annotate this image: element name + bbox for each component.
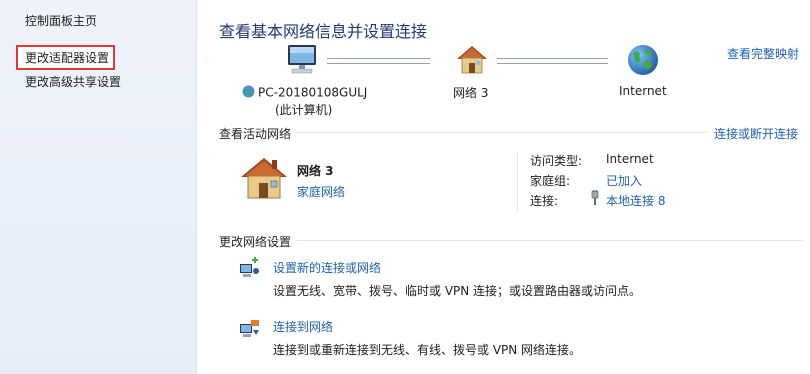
computer-icon[interactable] bbox=[284, 42, 320, 78]
connect-to-network-desc: 连接到或重新连接到无线、有线、拨号或 VPN 网络连接。 bbox=[273, 343, 582, 357]
local-connection-link[interactable]: 本地连接 8 bbox=[606, 192, 665, 209]
connect-network-icon bbox=[237, 317, 261, 344]
setup-new-connection-link[interactable]: 设置新的连接或网络 bbox=[273, 259, 381, 276]
view-full-map-link[interactable]: 查看完整映射 bbox=[727, 45, 799, 62]
homegroup-label: 家庭组: bbox=[530, 174, 571, 188]
active-network-name: 网络 3 bbox=[297, 164, 334, 178]
page-title: 查看基本网络信息并设置连接 bbox=[219, 22, 428, 41]
details-divider bbox=[517, 152, 518, 212]
connect-to-network-link[interactable]: 连接到网络 bbox=[273, 318, 333, 335]
new-connection-icon bbox=[237, 256, 261, 283]
change-settings-heading: 更改网络设置 bbox=[219, 235, 292, 249]
nav-control-panel-home[interactable]: 控制面板主页 bbox=[25, 12, 97, 29]
nav-change-advanced-sharing[interactable]: 更改高级共享设置 bbox=[25, 73, 121, 90]
computer-sublabel: (此计算机) bbox=[275, 103, 333, 117]
left-nav-pane: 控制面板主页 更改适配器设置 更改高级共享设置 bbox=[0, 0, 196, 374]
computer-label: PC-20180108GULJ bbox=[241, 84, 367, 102]
network-globe-icon bbox=[241, 84, 256, 102]
network-label: 网络 3 bbox=[453, 86, 489, 100]
internet-globe-icon[interactable] bbox=[625, 42, 661, 78]
section-rule-change bbox=[297, 240, 803, 241]
nav-change-adapter-settings[interactable]: 更改适配器设置 bbox=[16, 45, 116, 70]
house-large-icon bbox=[239, 155, 289, 201]
internet-label: Internet bbox=[619, 84, 667, 98]
house-icon[interactable] bbox=[454, 42, 490, 78]
connection-label: 连接: bbox=[530, 194, 559, 208]
homegroup-value-link[interactable]: 已加入 bbox=[606, 172, 642, 189]
connect-disconnect-link[interactable]: 连接或断开连接 bbox=[714, 125, 798, 142]
network-type-link[interactable]: 家庭网络 bbox=[297, 183, 345, 200]
access-type-label: 访问类型: bbox=[530, 154, 583, 168]
active-networks-heading: 查看活动网络 bbox=[219, 127, 292, 141]
access-type-value: Internet bbox=[606, 152, 654, 166]
map-connector-1 bbox=[327, 58, 430, 64]
computer-name: PC-20180108GULJ bbox=[258, 85, 368, 100]
map-connector-2 bbox=[497, 58, 608, 64]
setup-new-connection-desc: 设置无线、宽带、拨号、临时或 VPN 连接；或设置路由器或访问点。 bbox=[273, 284, 642, 298]
main-content: 查看基本网络信息并设置连接 查看完整映射 PC-20180108GULJ (此计… bbox=[197, 0, 810, 374]
connection-plug-icon bbox=[590, 189, 600, 209]
section-rule-active bbox=[297, 132, 707, 133]
